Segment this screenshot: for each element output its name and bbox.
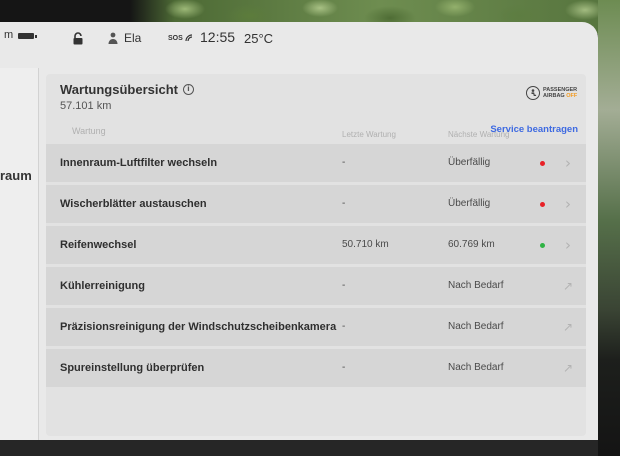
row-next-service: 60.769 km [448,239,495,250]
info-icon[interactable] [182,84,194,95]
status-bar: m Ela SOS 12:55 25°C [0,22,598,68]
sos-label: SOS [168,34,183,42]
row-last-service: - [342,198,346,209]
external-link-icon[interactable] [560,349,576,387]
row-next-service: Überfällig [448,157,491,168]
battery-icon [18,33,37,39]
row-label: Reifenwechsel [60,239,137,251]
photo-frame: m Ela SOS 12:55 25°C raum Wartungsübersi… [0,0,620,456]
row-last-service: 50.710 km [342,239,389,250]
column-header-last: Letzte Wartung [342,130,396,139]
row-label: Spureinstellung überprüfen [60,362,205,374]
row-label: Kühlerreinigung [60,280,145,292]
airbag-label: PASSENGER AIRBAG OFF [543,87,577,99]
status-partial-text: m [4,29,14,41]
maintenance-row-cabin-filter[interactable]: Innenraum-Luftfilter wechseln - Überfäll… [46,144,586,182]
background-foliage-right [598,0,620,456]
maintenance-list: Innenraum-Luftfilter wechseln - Überfäll… [46,144,586,390]
row-label: Innenraum-Luftfilter wechseln [60,157,218,169]
row-label: Präzisionsreinigung der Windschutzscheib… [60,321,337,333]
airbag-line2-group: AIRBAG OFF [543,93,577,99]
row-last-service: - [342,362,346,373]
request-service-link[interactable]: Service beantragen [490,124,578,135]
maintenance-header: Wartungsübersicht [60,82,194,97]
sos-indicator: SOS [168,34,193,42]
user-name: Ela [124,31,142,45]
external-link-icon[interactable] [560,308,576,346]
maintenance-row-radiator[interactable]: Kühlerreinigung - Nach Bedarf [46,267,586,305]
row-next-service: Überfällig [448,198,491,209]
status-dot [540,202,545,207]
passenger-airbag-icon [526,86,540,100]
maintenance-row-windshield-camera[interactable]: Präzisionsreinigung der Windschutzscheib… [46,308,586,346]
row-next-service: Nach Bedarf [448,321,504,332]
row-last-service: - [342,157,346,168]
odometer-reading: 57.101 km [60,100,112,112]
user-icon [108,32,118,44]
page-title: Wartungsübersicht [60,82,178,97]
lock-icon[interactable] [72,32,84,45]
row-next-service: Nach Bedarf [448,280,504,291]
outside-temperature: 25°C [244,31,274,46]
lock-icon-graphic [73,32,83,45]
touchscreen: m Ela SOS 12:55 25°C raum Wartungsübersi… [0,22,598,440]
status-dot [540,243,545,248]
user-profile-button[interactable]: Ela [108,31,141,45]
maintenance-row-tires[interactable]: Reifenwechsel 50.710 km 60.769 km [46,226,586,264]
external-link-icon[interactable] [560,267,576,305]
airbag-line2: AIRBAG [543,93,565,99]
column-header-item: Wartung [72,126,106,136]
row-next-service: Nach Bedarf [448,362,504,373]
chevron-right-icon[interactable] [560,226,576,265]
call-signal-icon [185,34,192,42]
maintenance-row-alignment[interactable]: Spureinstellung überprüfen - Nach Bedarf [46,349,586,387]
chevron-right-icon[interactable] [560,144,576,183]
chevron-right-icon[interactable] [560,185,576,224]
passenger-airbag-icon-graphic [531,89,537,96]
screen-bottom-bezel [0,440,598,456]
maintenance-row-wipers[interactable]: Wischerblätter austauschen - Überfällig [46,185,586,223]
maintenance-panel: Wartungsübersicht 57.101 km PASSENGER AI… [46,74,586,436]
row-label: Wischerblätter austauschen [60,198,207,210]
row-last-service: - [342,280,346,291]
sidebar-item-partial[interactable]: raum [0,168,32,183]
settings-sidebar: raum [0,68,39,440]
clock: 12:55 [200,29,236,45]
airbag-state: OFF [566,93,578,99]
status-dot [540,161,545,166]
passenger-airbag-indicator: PASSENGER AIRBAG OFF [526,86,577,100]
row-last-service: - [342,321,346,332]
